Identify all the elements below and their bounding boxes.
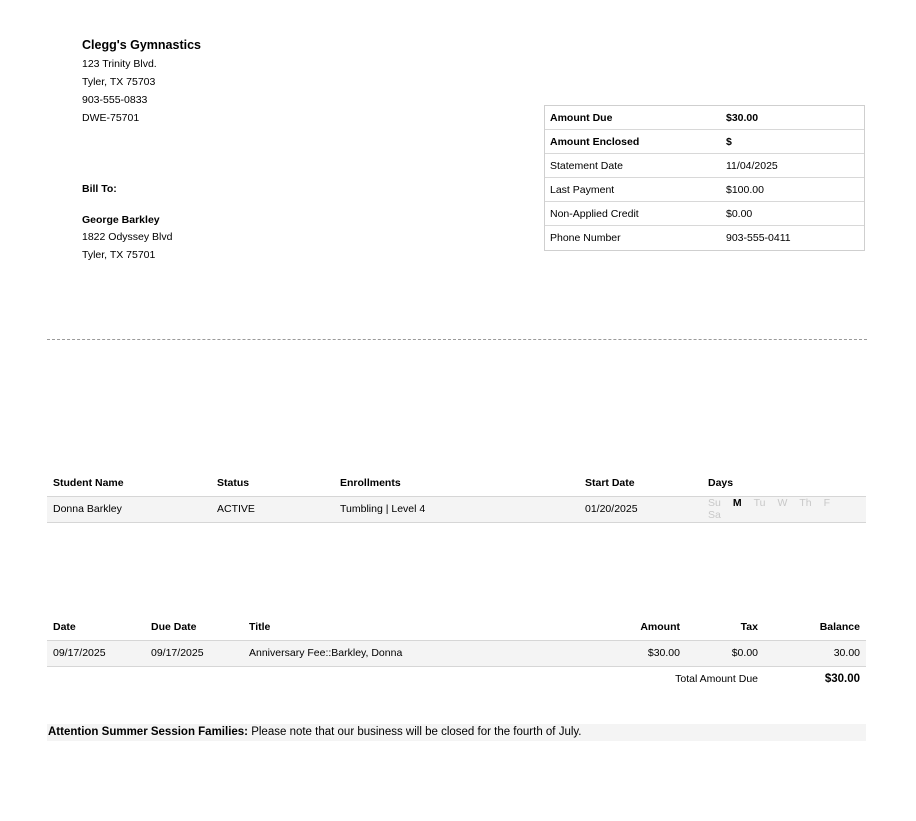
ledger-amount: $30.00 [581,640,686,667]
company-name: Clegg's Gymnastics [82,38,201,52]
col-title: Title [243,614,581,641]
ledger-due-date: 09/17/2025 [145,640,243,667]
col-balance: Balance [764,614,866,641]
col-student-name: Student Name [47,470,211,497]
company-address-line2: Tyler, TX 75703 [82,76,156,88]
tear-off-divider [47,339,867,340]
notice-text: Please note that our business will be cl… [248,726,582,738]
summary-row: Amount Enclosed $ [545,130,864,154]
summary-value: $100.00 [726,183,764,196]
company-code: DWE-75701 [82,112,140,124]
company-address-line1: 123 Trinity Blvd. [82,58,157,70]
student-status: ACTIVE [211,496,334,523]
student-days: Su M Tu W Th F Sa [702,496,866,523]
col-enrollments: Enrollments [334,470,579,497]
company-info: Clegg's Gymnastics 123 Trinity Blvd. Tyl… [82,38,201,127]
total-amount-due-value: $30.00 [764,666,866,692]
ledger-table: Date Due Date Title Amount Tax Balance 0… [47,614,866,692]
company-phone: 903-555-0833 [82,94,148,106]
summary-row: Statement Date 11/04/2025 [545,154,864,178]
summary-label: Phone Number [550,232,621,244]
day-sunday: Su [708,497,721,509]
statement-summary-box: Amount Due $30.00 Amount Enclosed $ Statem… [544,105,865,251]
summary-value: 11/04/2025 [726,159,778,172]
bill-to-address-line2: Tyler, TX 75701 [82,249,156,261]
student-name: Donna Barkley [47,496,211,523]
ledger-title: Anniversary Fee::Barkley, Donna [243,640,581,667]
summary-label: Statement Date [550,159,623,172]
day-friday: F [823,497,831,509]
col-start-date: Start Date [579,470,702,497]
summary-value: $30.00 [726,111,759,124]
summary-row: Non-Applied Credit $0.00 [545,202,864,226]
col-status: Status [211,470,334,497]
students-table: Student Name Status Enrollments Start Da… [47,470,866,523]
bill-to-block: Bill To: George Barkley 1822 Odyssey Blv… [82,182,172,264]
col-due-date: Due Date [145,614,243,641]
bill-to-label: Bill To: [82,183,117,195]
ledger-balance: 30.00 [764,640,866,667]
summary-row: Amount Due $30.00 [545,106,864,130]
summary-value: 903-555-0411 [726,232,791,244]
summary-label: Non-Applied Credit [550,207,639,220]
col-tax: Tax [686,614,764,641]
ledger-tax: $0.00 [686,640,764,667]
summary-value: $ [726,135,732,148]
notice-banner: Attention Summer Session Families: Pleas… [47,724,866,741]
student-enrollment: Tumbling | Level 4 [334,496,579,523]
total-amount-due-label: Total Amount Due [47,666,764,692]
col-date: Date [47,614,145,641]
notice-heading: Attention Summer Session Families: [48,726,249,738]
table-row: 09/17/2025 09/17/2025 Anniversary Fee::B… [47,640,866,667]
students-header-row: Student Name Status Enrollments Start Da… [47,470,866,497]
col-days: Days [702,470,866,497]
col-amount: Amount [581,614,686,641]
day-monday: M [732,497,742,509]
ledger-date: 09/17/2025 [47,640,145,667]
day-tuesday: Tu [753,497,766,509]
summary-label: Amount Due [550,111,613,124]
summary-row: Phone Number 903-555-0411 [545,226,864,250]
table-row: Donna Barkley ACTIVE Tumbling | Level 4 … [47,496,866,523]
day-saturday: Sa [708,509,721,521]
summary-value: $0.00 [726,207,753,220]
day-thursday: Th [799,497,812,509]
student-start-date: 01/20/2025 [579,496,702,523]
summary-label: Last Payment [550,183,615,196]
summary-label: Amount Enclosed [550,135,640,148]
bill-to-address-line1: 1822 Odyssey Blvd [82,231,173,243]
total-row: Total Amount Due $30.00 [47,666,866,692]
ledger-header-row: Date Due Date Title Amount Tax Balance [47,614,866,641]
summary-row: Last Payment $100.00 [545,178,864,202]
day-wednesday: W [777,497,788,509]
bill-to-name: George Barkley [82,214,160,226]
